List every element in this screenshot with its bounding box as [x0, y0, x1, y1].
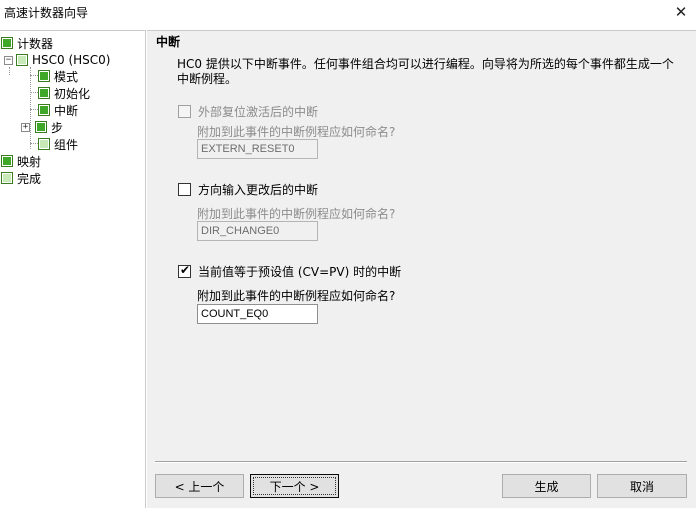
count-eq-checkbox[interactable]: [178, 263, 191, 278]
wizard-step-tree: 计数器 − HSC0 (HSC0) 模式 初始化 中断 + 步 组件 映射 完成: [0, 30, 146, 508]
dir-change-prompt: 附加到此事件的中断例程应如何命名?: [197, 207, 396, 221]
checked-box-icon: [35, 121, 47, 133]
tree-connector: [30, 143, 38, 144]
window-title: 高速计数器向导: [4, 6, 89, 20]
extern-reset-checkbox[interactable]: [178, 105, 191, 118]
checked-box-icon: [1, 37, 13, 49]
checked-box-icon: [38, 87, 50, 99]
tree-item-finish[interactable]: 完成: [1, 170, 41, 186]
expand-icon[interactable]: +: [21, 122, 30, 132]
prev-button[interactable]: < 上一个: [155, 474, 244, 498]
checked-box-icon: [38, 70, 50, 82]
next-button[interactable]: 下一个 >: [250, 474, 339, 498]
partial-box-icon: [16, 54, 28, 66]
tree-connector: [30, 67, 31, 149]
option-extern-reset[interactable]: 外部复位激活后的中断: [178, 103, 318, 120]
count-eq-name-field[interactable]: COUNT_EQ0: [197, 304, 318, 324]
tree-item-interrupt[interactable]: 中断: [38, 102, 78, 118]
extern-reset-prompt: 附加到此事件的中断例程应如何命名?: [197, 125, 396, 139]
close-icon[interactable]: ✕: [666, 0, 696, 24]
interrupt-page: 中断 HC0 提供以下中断事件。任何事件组合均可以进行编程。向导将为所选的每个事…: [147, 30, 696, 508]
tree-item-init[interactable]: 初始化: [38, 85, 90, 101]
cancel-button[interactable]: 取消: [597, 474, 687, 498]
tree-connector: [9, 67, 10, 75]
collapse-icon[interactable]: −: [4, 55, 13, 65]
generate-button[interactable]: 生成: [502, 474, 591, 498]
dir-change-name-field[interactable]: DIR_CHANGE0: [197, 221, 318, 241]
tree-connector: [30, 92, 38, 93]
tree-item-component[interactable]: 组件: [38, 136, 78, 152]
checked-box-icon: [38, 104, 50, 116]
tree-item-hsc0[interactable]: − HSC0 (HSC0): [4, 52, 111, 68]
option-dir-change[interactable]: 方向输入更改后的中断: [178, 181, 318, 198]
button-divider: [155, 461, 687, 463]
partial-box-icon: [1, 172, 13, 184]
tree-connector: [30, 109, 38, 110]
title-bar: 高速计数器向导 ✕: [0, 0, 696, 24]
count-eq-prompt: 附加到此事件的中断例程应如何命名?: [197, 289, 396, 303]
checked-box-icon: [1, 155, 13, 167]
tree-item-mode[interactable]: 模式: [38, 68, 78, 84]
tree-connector: [30, 75, 38, 76]
option-count-eq[interactable]: 当前值等于预设值 (CV=PV) 时的中断: [178, 263, 401, 280]
dir-change-checkbox[interactable]: [178, 183, 191, 196]
page-title: 中断: [156, 35, 181, 49]
page-description: HC0 提供以下中断事件。任何事件组合均可以进行编程。向导将为所选的每个事件都生…: [177, 57, 674, 86]
extern-reset-name-field[interactable]: EXTERN_RESET0: [197, 139, 318, 159]
partial-box-icon: [38, 138, 50, 150]
tree-item-counter[interactable]: 计数器: [1, 35, 53, 51]
tree-item-mapping[interactable]: 映射: [1, 153, 41, 169]
tree-item-step[interactable]: + 步: [21, 119, 63, 135]
